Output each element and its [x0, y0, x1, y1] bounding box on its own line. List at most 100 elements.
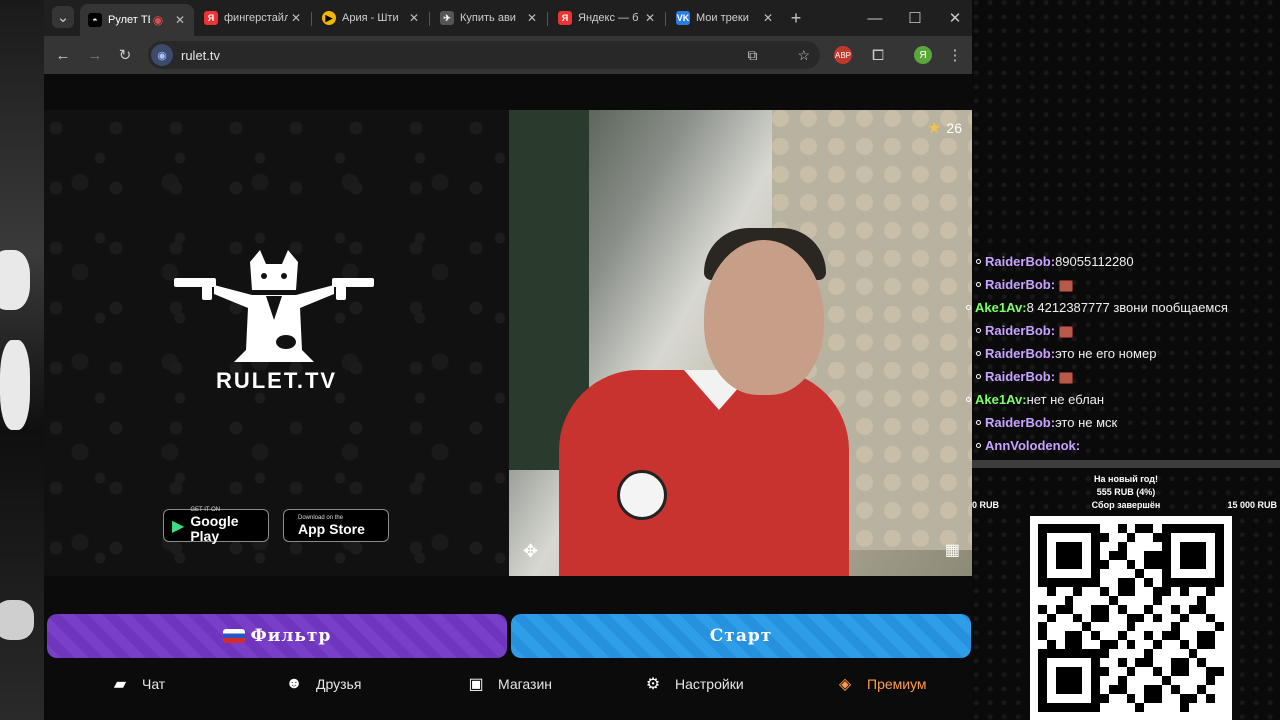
google-play-icon: ▶	[172, 517, 185, 535]
goal-raised: 555 RUB (4%)	[1096, 487, 1156, 497]
goal-scale: 0 RUB Сбор завершён 15 000 RUB	[972, 500, 1280, 513]
star-count-value: 26	[946, 120, 962, 136]
chat-text: это не мск	[1055, 415, 1118, 430]
brand-name: RULET.TV	[215, 368, 338, 393]
chat-username: RaiderBob	[985, 415, 1051, 430]
chat-message: RaiderBob:	[972, 273, 1280, 296]
nav-settings[interactable]: ⚙ Настройки	[643, 674, 744, 694]
close-tab-icon[interactable]: ✕	[760, 11, 776, 25]
goal-title: На новый год!	[1094, 474, 1158, 484]
chat-username: RaiderBob	[985, 254, 1051, 269]
vk-icon: VK	[676, 11, 690, 25]
friends-icon: ☻	[285, 675, 303, 692]
chat-username: RaiderBob	[985, 323, 1051, 338]
bullet-icon	[976, 282, 981, 288]
chat-message: Ake1Av:нет не еблан	[962, 388, 1280, 411]
forward-arrow-icon[interactable]: →	[84, 44, 106, 66]
bottom-nav: ▰ Чат ☻ Друзья ▣ Магазин ⚙ Настройки ◈ П…	[44, 664, 972, 704]
close-window-button[interactable]: ✕	[944, 7, 966, 29]
close-tab-icon[interactable]: ✕	[172, 13, 188, 27]
tag-icon: ◈	[838, 676, 852, 693]
desktop-background	[0, 0, 44, 720]
chat-message: RaiderBob:	[972, 365, 1280, 388]
minimize-button[interactable]: —	[864, 7, 886, 29]
tab-title: Ария - Шти	[342, 12, 399, 24]
gift-icon[interactable]: ▦	[945, 540, 960, 560]
rulet-icon: ◓	[88, 13, 102, 27]
emote-icon	[1059, 371, 1074, 384]
back-arrow-icon[interactable]: ←	[52, 44, 74, 66]
star-icon: ★	[927, 120, 942, 137]
chat-username: AnnVolodenok	[985, 438, 1076, 453]
install-app-icon[interactable]: ⧉	[747, 47, 757, 64]
tab-title: Мои треки	[696, 12, 749, 24]
browser-window: ⌄ ◓ Рулет ТВ ◉ ✕ Я фингерстайл ✕ ▶ Ария …	[44, 0, 972, 720]
rating-counter: ★ 26	[927, 118, 962, 138]
bullet-icon	[976, 259, 981, 265]
bullet-icon	[966, 305, 971, 311]
emote-icon	[1059, 279, 1074, 292]
new-tab-button[interactable]: +	[785, 7, 807, 29]
goal-min: 0 RUB	[972, 500, 1000, 510]
russia-flag-icon	[222, 629, 245, 643]
chat-message: RaiderBob:это не мск	[972, 411, 1280, 434]
tab-aviasales[interactable]: ✈ Купить ави ✕	[432, 6, 546, 30]
tab-vk-tracks[interactable]: VK Мои треки ✕	[668, 6, 782, 30]
tab-bar: ⌄ ◓ Рулет ТВ ◉ ✕ Я фингерстайл ✕ ▶ Ария …	[44, 0, 972, 36]
tab-title: фингерстайл	[224, 12, 288, 24]
tab-aria[interactable]: ▶ Ария - Шти ✕	[314, 6, 428, 30]
chat-text: это не его номер	[1055, 346, 1157, 361]
google-play-label: Google Play	[190, 513, 239, 544]
bullet-icon	[976, 443, 981, 449]
address-bar[interactable]: ◉ rulet.tv ⧉ ☆	[148, 41, 820, 69]
browser-menu-icon[interactable]: ⋮	[944, 44, 966, 66]
google-play-button[interactable]: ▶ GET IT ON Google Play	[163, 507, 269, 544]
bookmark-star-icon[interactable]: ☆	[797, 47, 810, 64]
adblock-extension-icon[interactable]: ABP	[834, 46, 852, 64]
stream-chat: RaiderBob:89055112280 RaiderBob: Ake1Av:8 …	[966, 250, 1280, 457]
partner-video: ★ 26 ▦ ✥	[509, 110, 972, 576]
donation-goal: На новый год! 555 RUB (4%) 0 RUB Сбор за…	[972, 474, 1280, 513]
chat-message: RaiderBob:89055112280	[972, 250, 1280, 273]
filter-button[interactable]: Фильтр	[47, 614, 507, 658]
yandex-icon: Я	[204, 11, 218, 25]
nav-chat[interactable]: ▰ Чат	[110, 674, 165, 694]
browser-toolbar: ← → ↻ ◉ rulet.tv ⧉ ☆ ABP ⧠ Я ⋮	[44, 36, 972, 74]
tab-rulet[interactable]: ◓ Рулет ТВ ◉ ✕	[80, 4, 194, 36]
bullet-icon	[976, 328, 981, 334]
reload-icon[interactable]: ↻	[114, 44, 136, 66]
nav-shop[interactable]: ▣ Магазин	[466, 674, 552, 694]
chat-icon: ▰	[113, 676, 127, 693]
start-button[interactable]: Старт	[511, 614, 971, 658]
nav-label: Друзья	[316, 676, 362, 692]
chat-text: 89055112280	[1055, 254, 1134, 269]
tab-yandex[interactable]: Я Яндекс — б ✕	[550, 6, 664, 30]
close-tab-icon[interactable]: ✕	[288, 11, 304, 25]
nav-friends[interactable]: ☻ Друзья	[284, 675, 362, 693]
extensions-puzzle-icon[interactable]: ⧠	[867, 44, 889, 66]
chat-username: Ake1Av	[975, 392, 1023, 407]
bullet-icon	[976, 374, 981, 380]
close-tab-icon[interactable]: ✕	[642, 11, 658, 25]
profile-avatar[interactable]: Я	[914, 46, 932, 64]
cat-with-guns-logo	[174, 250, 374, 362]
nav-premium[interactable]: ◈ Премиум	[835, 674, 927, 694]
play-icon: ▶	[322, 11, 336, 25]
maximize-button[interactable]: ☐	[904, 7, 926, 29]
chat-username: RaiderBob	[985, 277, 1051, 292]
recording-icon: ◉	[152, 13, 164, 27]
close-tab-icon[interactable]: ✕	[406, 11, 422, 25]
close-tab-icon[interactable]: ✕	[524, 11, 540, 25]
tab-fingerstyle[interactable]: Я фингерстайл ✕	[196, 6, 310, 30]
chat-username: RaiderBob	[985, 346, 1051, 361]
bullet-icon	[976, 351, 981, 357]
tab-title: Купить ави	[460, 12, 516, 24]
site-info-icon[interactable]: ◉	[151, 44, 173, 66]
app-store-button[interactable]: Download on the App Store	[283, 509, 389, 542]
move-icon[interactable]: ✥	[523, 541, 538, 562]
tab-search-button[interactable]: ⌄	[52, 6, 74, 28]
chat-username: Ake1Av	[975, 300, 1023, 315]
chat-message: RaiderBob:это не его номер	[972, 342, 1280, 365]
brand-panel: RULET.TV ▶ GET IT ON Google Play Downloa…	[44, 110, 509, 576]
app-store-label: App Store	[298, 520, 365, 537]
